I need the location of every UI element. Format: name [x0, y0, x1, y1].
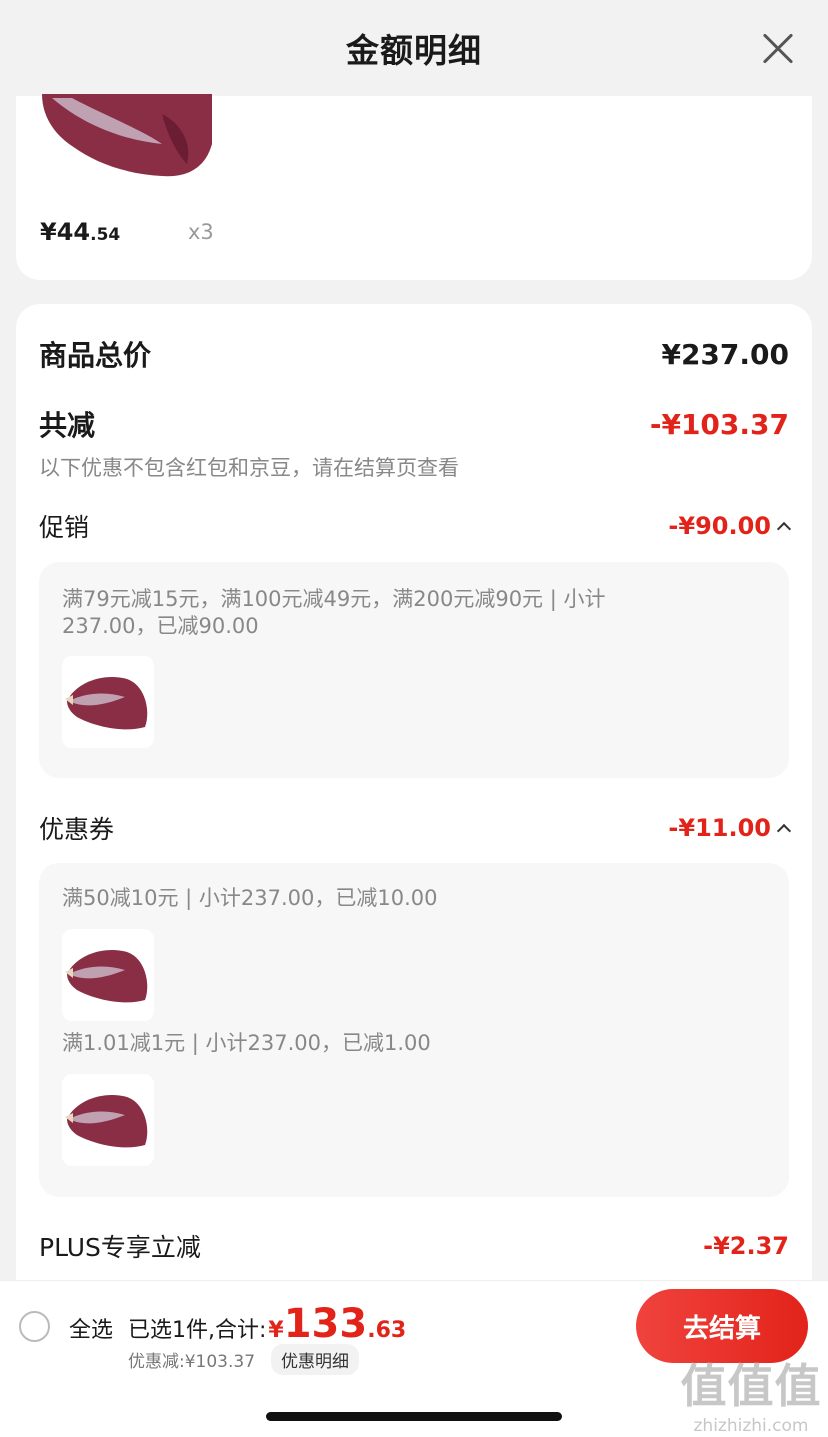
- select-all-radio[interactable]: [19, 1311, 50, 1342]
- amount-breakdown-card: 商品总价 ¥237.00 共减 -¥103.37 以下优惠不包含红包和京豆，请在…: [16, 304, 812, 1304]
- total-decimal: .63: [367, 1318, 407, 1343]
- coupon-value: -¥11.00: [668, 814, 792, 842]
- meat-thumb-icon: [65, 1095, 148, 1148]
- meat-product-image: [42, 94, 212, 177]
- discount-note: 以下优惠不包含红包和京豆，请在结算页查看: [39, 456, 459, 480]
- plus-value: -¥2.37: [703, 1232, 789, 1260]
- coupon-rule-1: 满50减10元 | 小计237.00，已减10.00: [62, 886, 438, 910]
- promo-detail-line2: 237.00，已减90.00: [62, 614, 259, 638]
- chevron-up-icon[interactable]: [776, 521, 792, 537]
- select-all-label[interactable]: 全选: [69, 1312, 113, 1344]
- promo-detail-line1: 满79元减15元，满100元减49元，满200元减90元 | 小计: [62, 587, 606, 611]
- coupon-product-thumb-2[interactable]: [62, 1074, 154, 1166]
- coupon-amount: -¥11.00: [668, 814, 771, 842]
- promo-product-thumb[interactable]: [62, 656, 154, 748]
- total-reduce-row: 共减 -¥103.37: [39, 404, 789, 444]
- watermark-logo: 值值值: [680, 1359, 822, 1413]
- price-decimal: .54: [90, 225, 121, 245]
- quantity: x3: [188, 220, 214, 244]
- promo-detail-text: 满79元减15元，满100元减49元，满200元减90元 | 小计 237.00…: [62, 586, 699, 640]
- coupon-product-thumb-1[interactable]: [62, 929, 154, 1021]
- promo-label: 促销: [39, 513, 90, 542]
- coupon-row[interactable]: 优惠券 -¥11.00: [39, 810, 792, 846]
- goods-total-value: ¥237.00: [661, 337, 789, 371]
- coupon-label: 优惠券: [39, 815, 115, 844]
- promo-detail-box: 满79元减15元，满100元减49元，满200元减90元 | 小计 237.00…: [39, 562, 789, 778]
- plus-row: PLUS专享立减 -¥2.37: [39, 1228, 789, 1264]
- coupon-rule-2: 满1.01减1元 | 小计237.00，已减1.00: [62, 1031, 431, 1055]
- home-indicator[interactable]: [266, 1412, 562, 1421]
- coupon-detail-box: 满50减10元 | 小计237.00，已减10.00 满1.01减1元 | 小计…: [39, 863, 789, 1197]
- chevron-up-icon[interactable]: [776, 823, 792, 839]
- discount-detail-button[interactable]: 优惠明细: [271, 1344, 359, 1375]
- sheet-title: 金额明细: [346, 31, 482, 70]
- unit-price: ¥44 .54: [40, 218, 120, 246]
- meat-thumb-icon: [65, 677, 148, 730]
- total-reduce-value: -¥103.37: [649, 407, 789, 441]
- site-watermark: 值值值 zhizhizhi.com: [676, 1350, 826, 1436]
- goods-total-label: 商品总价: [39, 339, 152, 372]
- meat-thumb-icon: [65, 950, 148, 1003]
- watermark-url: zhizhizhi.com: [693, 1416, 809, 1436]
- promo-row[interactable]: 促销 -¥90.00: [39, 508, 792, 544]
- close-icon[interactable]: [758, 28, 798, 68]
- summary-label: 已选1件,合计:: [128, 1318, 267, 1343]
- product-card: ¥44 .54 x3: [16, 94, 812, 280]
- plus-label: PLUS专享立减: [39, 1233, 201, 1262]
- discount-summary: 优惠减:¥103.37: [128, 1352, 256, 1372]
- promo-value: -¥90.00: [668, 512, 792, 540]
- sheet-header: 金额明细: [0, 0, 828, 96]
- order-summary: 已选1件,合计: ¥ 133 .63: [128, 1301, 406, 1347]
- promo-amount: -¥90.00: [668, 512, 771, 540]
- total-reduce-label: 共减: [39, 409, 96, 442]
- total-integer: 133: [283, 1301, 368, 1347]
- amount-detail-sheet: 金额明细 ¥44 .54 x3 商品总价 ¥237.00 共减 -¥103.37…: [0, 0, 828, 1437]
- total-currency: ¥: [268, 1318, 284, 1343]
- price-integer: ¥44: [40, 218, 91, 246]
- goods-total-row: 商品总价 ¥237.00: [39, 334, 789, 374]
